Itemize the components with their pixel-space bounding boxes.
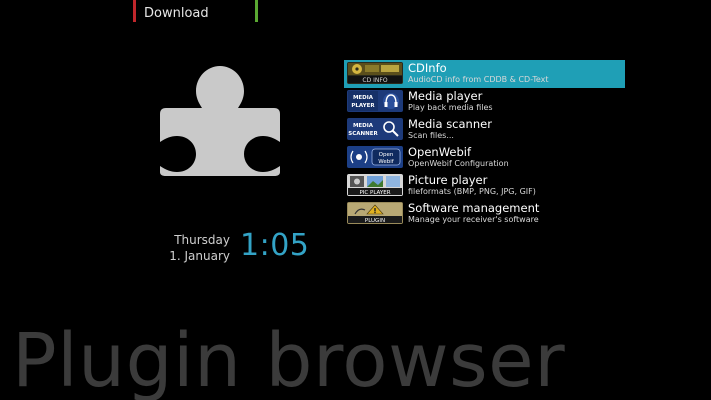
svg-text:PLAYER: PLAYER — [351, 103, 375, 109]
page-title: Plugin browser — [12, 318, 566, 400]
plugin-name: Software management — [408, 201, 540, 215]
plugin-description: AudioCD info from CDDB & CD-Text — [408, 75, 549, 84]
clock-weekday: Thursday — [174, 233, 230, 247]
svg-text:PLUGIN: PLUGIN — [365, 218, 385, 224]
svg-text:MEDIA: MEDIA — [353, 123, 374, 129]
cd-info-icon-text: CD INFO — [362, 77, 387, 84]
plugin-description: Play back media files — [408, 103, 493, 112]
clock-time: 1:05 — [240, 228, 310, 263]
plugin-name: Media player — [408, 89, 483, 103]
svg-text:MEDIA: MEDIA — [353, 95, 374, 101]
svg-text:PIC PLAYER: PIC PLAYER — [359, 190, 390, 196]
svg-text:Open: Open — [379, 152, 394, 158]
plugin-description: OpenWebif Configuration — [408, 159, 509, 168]
green-key-marker[interactable] — [255, 0, 258, 22]
plugin-item-picture-player[interactable]: PIC PLAYER Picture player fileformats (B… — [344, 172, 625, 200]
media-scanner-icon: MEDIA SCANNER — [347, 118, 403, 140]
red-key-marker[interactable] — [133, 0, 136, 22]
media-player-icon: MEDIA PLAYER — [347, 90, 403, 112]
clock-date: Thursday 1. January — [130, 232, 230, 264]
plugin-item-software-management[interactable]: PLUGIN Software management Manage your r… — [344, 200, 625, 228]
picture-player-icon: PIC PLAYER — [347, 174, 403, 196]
plugin-item-media-player[interactable]: MEDIA PLAYER Media player Play back medi… — [344, 88, 625, 116]
clock-day-month: 1. January — [169, 249, 230, 263]
plugin-description: Scan files... — [408, 131, 454, 140]
color-key-bar: Download — [0, 0, 711, 24]
software-management-icon: PLUGIN — [347, 202, 403, 224]
plugin-item-openwebif[interactable]: Open Webif OpenWebif OpenWebif Configura… — [344, 144, 625, 172]
puzzle-piece-icon — [160, 66, 280, 176]
plugin-name: Picture player — [408, 173, 488, 187]
openwebif-icon: Open Webif — [347, 146, 403, 168]
plugin-item-cdinfo[interactable]: CD INFO CDInfo AudioCD info from CDDB & … — [344, 60, 625, 88]
plugin-description: Manage your receiver's software — [408, 215, 539, 224]
cd-info-icon: CD INFO — [347, 62, 403, 84]
plugin-item-media-scanner[interactable]: MEDIA SCANNER Media scanner Scan files..… — [344, 116, 625, 144]
plugin-name: OpenWebif — [408, 145, 472, 159]
plugin-list: CD INFO CDInfo AudioCD info from CDDB & … — [344, 60, 625, 228]
svg-text:SCANNER: SCANNER — [348, 131, 378, 137]
plugin-name: CDInfo — [408, 61, 447, 75]
plugin-description: fileformats (BMP, PNG, JPG, GIF) — [408, 187, 536, 196]
plugin-name: Media scanner — [408, 117, 492, 131]
download-key-label[interactable]: Download — [144, 6, 209, 21]
svg-text:Webif: Webif — [378, 159, 395, 165]
